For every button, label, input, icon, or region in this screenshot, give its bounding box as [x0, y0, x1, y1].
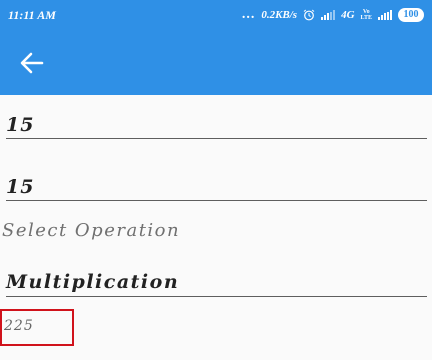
signal-icon: [378, 10, 392, 20]
network-speed: 0.2KB/s: [261, 9, 298, 21]
first-number-input[interactable]: 15: [6, 106, 427, 139]
result-text: 225: [4, 318, 34, 334]
signal-icon: [321, 10, 336, 20]
battery-icon: 100: [398, 8, 424, 22]
second-number-value: 15: [6, 176, 35, 198]
select-operation-label: Select Operation: [2, 220, 181, 241]
alarm-icon: [303, 9, 315, 21]
first-number-value: 15: [6, 114, 35, 136]
second-number-input[interactable]: 15: [6, 166, 427, 201]
app-bar: [0, 30, 432, 95]
status-bar: 11:11 AM ... 0.2KB/s 4G Vo LTE 100: [0, 0, 432, 30]
operation-spinner[interactable]: Multiplication: [6, 262, 427, 297]
arrow-left-icon[interactable]: [14, 48, 50, 78]
notification-dots: ...: [241, 7, 256, 22]
status-icons: ... 0.2KB/s 4G Vo LTE 100: [242, 6, 424, 24]
status-time: 11:11 AM: [8, 8, 56, 22]
result-highlight: 225: [0, 309, 74, 346]
network-type: 4G: [341, 9, 355, 21]
volte-icon: Vo LTE: [360, 9, 372, 21]
operation-value: Multiplication: [6, 271, 180, 293]
